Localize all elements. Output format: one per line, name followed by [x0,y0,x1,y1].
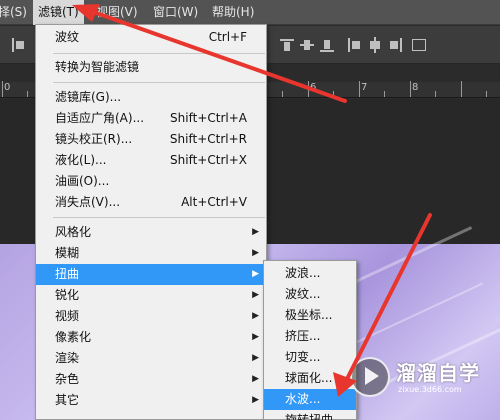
distribute-hcenter-icon[interactable] [368,37,382,53]
menu-item-last-filter[interactable]: 波纹 Ctrl+F [36,27,266,48]
menu-item-oil-paint[interactable]: 油画(O)... [36,171,266,192]
menu-item-render[interactable]: 渲染 ▶ [36,348,266,369]
filter-menu: 波纹 Ctrl+F 转换为智能滤镜 滤镜库(G)... 自适应广角(A)... … [35,24,267,420]
ruler-label: 0 [4,82,11,93]
menu-item-stylize[interactable]: 风格化 ▶ [36,222,266,243]
menu-select[interactable]: 择(S) [0,0,27,25]
align-left-icon[interactable] [12,37,26,53]
menu-item-pixelate[interactable]: 像素化 ▶ [36,327,266,348]
menu-item-convert-smart-filter[interactable]: 转换为智能滤镜 [36,57,266,78]
watermark-url: zixue.3d66.com [398,385,462,394]
distribute-bottom-icon[interactable] [320,37,334,53]
menu-help[interactable]: 帮助(H) [212,0,254,25]
submenu-arrow-icon: ▶ [252,248,259,258]
watermark-title: 溜溜自学 [396,361,480,385]
submenu-arrow-icon: ▶ [252,269,259,279]
ruler-label: 7 [361,82,368,93]
menu-item-filter-gallery[interactable]: 滤镜库(G)... [36,87,266,108]
ruler-label: 8 [412,82,419,93]
distribute-top-icon[interactable] [280,37,294,53]
menu-window[interactable]: 窗口(W) [153,0,198,25]
menu-item-sharpen[interactable]: 锐化 ▶ [36,285,266,306]
submenu-arrow-icon: ▶ [252,311,259,321]
menu-bar: 择(S) 滤镜(T) 视图(V) 窗口(W) 帮助(H) [0,0,500,25]
submenu-arrow-icon: ▶ [252,353,259,363]
menu-item-video[interactable]: 视频 ▶ [36,306,266,327]
menu-item-spherize[interactable]: 球面化... [264,368,356,389]
submenu-arrow-icon: ▶ [252,374,259,384]
distribute-left-icon[interactable] [348,37,362,53]
menu-item-noise[interactable]: 杂色 ▶ [36,369,266,390]
menu-item-distort[interactable]: 扭曲 ▶ [36,264,266,285]
menu-item-lens-correction[interactable]: 镜头校正(R)... Shift+Ctrl+R [36,129,266,150]
menu-item-liquify[interactable]: 液化(L)... Shift+Ctrl+X [36,150,266,171]
menu-item-zigzag[interactable]: 水波... [264,389,356,410]
menu-item-pinch[interactable]: 挤压... [264,326,356,347]
menu-view[interactable]: 视图(V) [96,0,138,25]
menu-item-shear[interactable]: 切变... [264,347,356,368]
menu-item-adaptive-wide-angle[interactable]: 自适应广角(A)... Shift+Ctrl+A [36,108,266,129]
submenu-arrow-icon: ▶ [252,395,259,405]
menu-item-other[interactable]: 其它 ▶ [36,390,266,411]
distribute-vcenter-icon[interactable] [300,37,314,53]
auto-align-icon[interactable] [412,37,426,53]
menu-item-twirl[interactable]: 旋转扭曲... [264,410,356,420]
menu-item-ripple[interactable]: 波纹... [264,284,356,305]
menu-item-wave[interactable]: 波浪... [264,263,356,284]
menu-item-blur[interactable]: 模糊 ▶ [36,243,266,264]
watermark-logo: 溜溜自学 zixue.3d66.com [350,355,500,399]
menu-item-polar-coordinates[interactable]: 极坐标... [264,305,356,326]
menu-item-vanishing-point[interactable]: 消失点(V)... Alt+Ctrl+V [36,192,266,213]
menu-filter[interactable]: 滤镜(T) [33,0,84,25]
distribute-right-icon[interactable] [388,37,402,53]
submenu-arrow-icon: ▶ [252,290,259,300]
submenu-arrow-icon: ▶ [252,332,259,342]
play-icon [365,367,379,385]
distort-submenu: 波浪... 波纹... 极坐标... 挤压... 切变... 球面化... 水波… [263,260,357,420]
submenu-arrow-icon: ▶ [252,227,259,237]
ruler-label: 6 [310,82,317,93]
